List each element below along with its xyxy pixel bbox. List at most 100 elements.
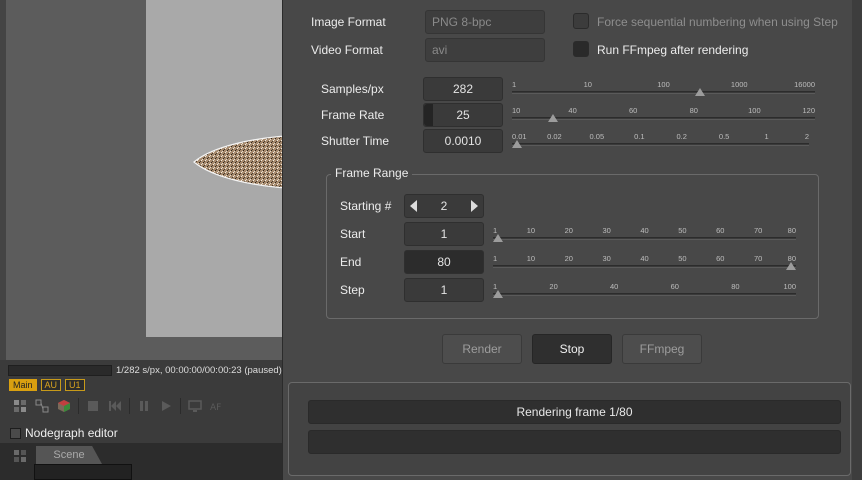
- slider-tick-label: 60: [629, 106, 638, 115]
- run-ffmpeg-checkbox[interactable]: [573, 41, 589, 57]
- slider-tick-label: 100: [783, 282, 796, 291]
- toolbar-divider: [180, 398, 181, 414]
- dialog-scroll-edge: [852, 0, 862, 480]
- toolbar-divider: [129, 398, 130, 414]
- render-button[interactable]: Render: [442, 334, 522, 364]
- starting-number-value: 2: [440, 199, 448, 213]
- slider-track[interactable]: [512, 143, 809, 146]
- slider-tick-label: 60: [716, 254, 725, 263]
- end-slider[interactable]: 1 10 20 30 40 50 60 70 80: [493, 254, 796, 280]
- slider-tick-label: 50: [678, 226, 687, 235]
- slider-tick-label: 100: [748, 106, 761, 115]
- start-slider[interactable]: 1 10 20 30 40 50 60 70 80: [493, 226, 796, 252]
- slider-tick-label: 10: [512, 106, 521, 115]
- slider-thumb-icon[interactable]: [786, 262, 796, 270]
- stop-button[interactable]: Stop: [532, 334, 612, 364]
- slider-tick-label: 0.02: [547, 132, 562, 141]
- slider-tick-label: 30: [602, 226, 611, 235]
- slider-thumb-icon[interactable]: [548, 114, 559, 122]
- start-label: Start: [340, 227, 366, 241]
- grid-tool-icon[interactable]: [12, 398, 28, 414]
- slider-tick-label: 20: [564, 254, 573, 263]
- stop-icon[interactable]: [85, 398, 101, 414]
- layer-tabs: Main AU U1: [9, 379, 85, 391]
- rewind-icon[interactable]: [107, 398, 123, 414]
- cube-tool-icon[interactable]: [56, 398, 72, 414]
- force-sequential-checkbox[interactable]: [573, 13, 589, 29]
- slider-tick-label: 20: [549, 282, 558, 291]
- end-label: End: [340, 255, 362, 269]
- slider-tick-label: 10: [526, 226, 536, 235]
- frame-rate-value: 25: [456, 108, 470, 122]
- samples-slider[interactable]: 1 10 100 1000 16000: [512, 80, 815, 106]
- increment-arrow-icon[interactable]: [471, 200, 478, 212]
- pause-icon[interactable]: [136, 398, 152, 414]
- slider-tick-label: 40: [640, 226, 649, 235]
- image-format-select[interactable]: PNG 8-bpc: [425, 10, 545, 34]
- end-input[interactable]: 80: [404, 250, 484, 274]
- slider-track[interactable]: [493, 237, 796, 240]
- image-format-label: Image Format: [311, 15, 386, 29]
- svg-text:AF: AF: [210, 403, 221, 413]
- slider-tick-label: 50: [678, 254, 687, 263]
- render-progress-mini: [8, 365, 112, 376]
- samples-label: Samples/px: [321, 82, 384, 96]
- slider-tick-label: 120: [802, 106, 815, 115]
- play-icon[interactable]: [158, 398, 174, 414]
- layer-tab-main[interactable]: Main: [9, 379, 37, 391]
- viewport-left-bar: [0, 0, 6, 360]
- starting-number-label: Starting #: [340, 199, 392, 213]
- slider-thumb-icon[interactable]: [512, 140, 522, 148]
- run-ffmpeg-label: Run FFmpeg after rendering: [597, 43, 749, 57]
- layer-tab-u1[interactable]: U1: [65, 379, 85, 391]
- slider-tick-label: 40: [640, 254, 649, 263]
- slider-tick-label: 0.05: [589, 132, 605, 141]
- shutter-time-input[interactable]: 0.0010: [423, 129, 503, 153]
- slider-tick-label: 0.2: [676, 132, 687, 141]
- slider-track[interactable]: [493, 293, 796, 296]
- starting-number-spinner[interactable]: 2: [404, 194, 484, 218]
- slider-tick-label: 70: [753, 254, 763, 263]
- slider-thumb-icon[interactable]: [493, 290, 503, 298]
- ffmpeg-button[interactable]: FFmpeg: [622, 334, 702, 364]
- toolbar-divider: [78, 398, 79, 414]
- frame-range-title: Frame Range: [331, 166, 413, 180]
- frame-rate-fill: [424, 104, 433, 126]
- frame-rate-slider[interactable]: 10 40 60 80 100 120: [512, 106, 815, 132]
- nodegraph-canvas: [34, 464, 132, 480]
- nodes-tool-icon[interactable]: [34, 398, 50, 414]
- slider-tick-label: 60: [670, 282, 679, 291]
- slider-tick-label: 40: [568, 106, 577, 115]
- samples-input[interactable]: 282: [423, 77, 503, 101]
- slider-thumb-icon[interactable]: [694, 88, 705, 96]
- slider-tick-label: 70: [753, 226, 763, 235]
- shutter-time-slider[interactable]: 0.01 0.02 0.05 0.1 0.2 0.5 1 2: [512, 132, 809, 158]
- step-slider[interactable]: 1 20 40 60 80 100: [493, 282, 796, 308]
- step-label: Step: [340, 283, 365, 297]
- frame-rate-input[interactable]: 25: [423, 103, 503, 127]
- slider-tick-label: 80: [731, 282, 740, 291]
- decrement-arrow-icon[interactable]: [410, 200, 417, 212]
- slider-tick-label: 1: [764, 132, 769, 141]
- slider-thumb-icon[interactable]: [493, 234, 503, 242]
- render-viewport[interactable]: [0, 0, 302, 360]
- start-input[interactable]: 1: [404, 222, 484, 246]
- step-input[interactable]: 1: [404, 278, 484, 302]
- render-status-text: 1/282 s/px, 00:00:00/00:00:23 (paused): [116, 365, 282, 376]
- slider-tick-label: 60: [716, 226, 725, 235]
- slider-tick-label: 1: [512, 80, 517, 89]
- slider-track[interactable]: [512, 91, 815, 94]
- monitor-icon[interactable]: [187, 398, 203, 414]
- autofocus-icon[interactable]: AF: [209, 398, 225, 414]
- video-format-label: Video Format: [311, 43, 383, 57]
- slider-track[interactable]: [493, 265, 796, 268]
- nodegraph-grid-icon[interactable]: [12, 448, 28, 464]
- slider-tick-label: 80: [689, 106, 698, 115]
- video-format-select[interactable]: avi: [425, 38, 545, 62]
- layer-tab-au[interactable]: AU: [40, 379, 62, 391]
- tab-scene[interactable]: Scene: [36, 446, 102, 464]
- slider-tick-label: 100: [657, 80, 670, 89]
- nodegraph-label: Nodegraph editor: [25, 426, 118, 440]
- nodegraph-checkbox[interactable]: [10, 428, 21, 439]
- render-secondary-bar: [308, 430, 841, 454]
